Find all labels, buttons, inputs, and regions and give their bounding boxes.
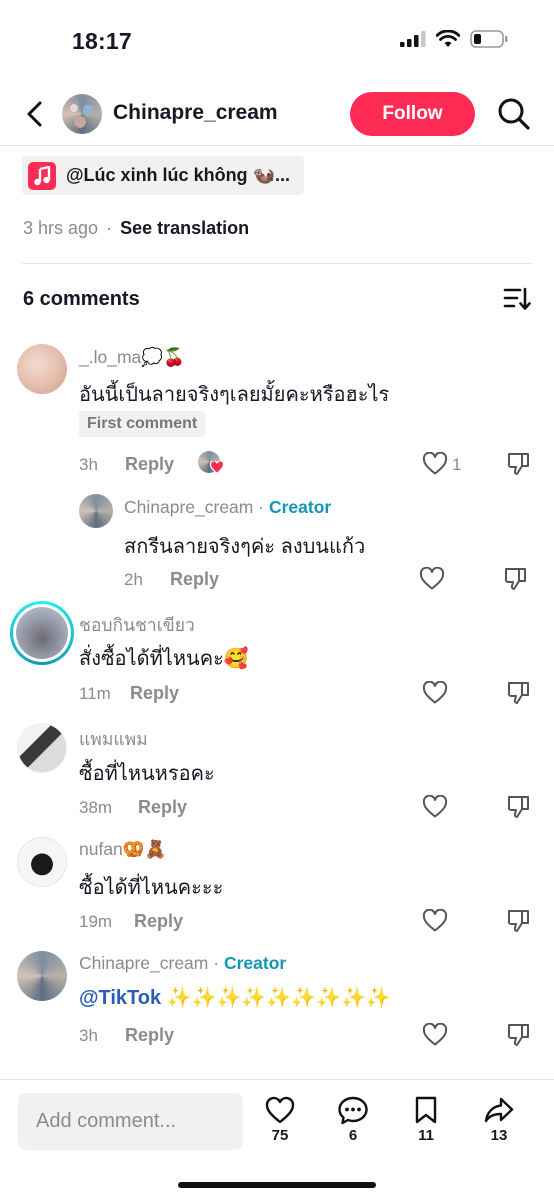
avatar[interactable]	[17, 951, 67, 1001]
save-action[interactable]: 11	[396, 1095, 456, 1144]
comment-time: 2h	[124, 570, 143, 589]
like-action[interactable]: 75	[250, 1095, 310, 1144]
signal-icon	[400, 31, 426, 47]
comment-username-row: Chinapre_cream · Creator	[79, 953, 286, 974]
reply-button[interactable]: Reply	[134, 911, 183, 932]
dislike-icon[interactable]	[506, 908, 532, 934]
profile-username[interactable]: Chinapre_cream	[113, 101, 278, 125]
reply-button[interactable]: Reply	[130, 683, 179, 704]
comment-username[interactable]: _.lo_ma💭🍒	[79, 347, 185, 368]
bookmark-icon	[415, 1096, 437, 1124]
like-heart-icon[interactable]	[422, 452, 448, 476]
comment-bubble-icon	[338, 1096, 368, 1125]
comment-text: ✨✨✨✨✨✨✨✨✨	[161, 987, 391, 1009]
comment-action[interactable]: 6	[323, 1095, 383, 1144]
music-label: @Lúc xinh lúc không 🦦...	[66, 165, 290, 185]
dislike-icon[interactable]	[506, 1022, 532, 1048]
post-meta: 3 hrs ago · See translation	[23, 218, 249, 239]
comment-username-row: Chinapre_cream · Creator	[124, 497, 331, 518]
profile-avatar[interactable]	[62, 94, 102, 134]
status-time: 18:17	[72, 28, 132, 54]
comment-time: 11m	[79, 684, 111, 703]
avatar-story-ring[interactable]	[10, 601, 74, 665]
comment-text: ซื้อได้ที่ไหนคะะะ	[79, 877, 224, 899]
meta-separator: ·	[106, 218, 113, 238]
comment-username[interactable]: Chinapre_cream	[124, 497, 253, 517]
comment-time: 3h	[79, 1026, 98, 1045]
wifi-icon	[436, 30, 460, 47]
like-heart-icon[interactable]	[422, 795, 448, 819]
heart-icon	[265, 1096, 295, 1124]
back-arrow-icon[interactable]	[22, 98, 50, 130]
search-icon[interactable]	[496, 96, 532, 132]
section-divider	[22, 263, 532, 264]
avatar[interactable]	[17, 344, 67, 394]
comment-text: อันนี้เป็นลายจริงๆเลยมั้ยคะหรือฮะไร	[79, 384, 390, 406]
username-separator: ·	[213, 953, 220, 973]
avatar[interactable]	[17, 837, 67, 887]
comment-time: 3h	[79, 455, 98, 474]
home-indicator	[178, 1182, 376, 1188]
like-heart-icon[interactable]	[419, 567, 445, 591]
share-arrow-icon	[484, 1097, 514, 1123]
share-count: 13	[490, 1127, 508, 1144]
comment-username[interactable]: แพมแพม	[79, 725, 148, 753]
share-action[interactable]: 13	[469, 1095, 529, 1144]
comment-time: 38m	[79, 798, 113, 817]
dislike-icon[interactable]	[503, 566, 529, 592]
comment-username[interactable]: nufan🥨🧸	[79, 839, 166, 860]
like-heart-icon[interactable]	[422, 1023, 448, 1047]
reply-button[interactable]: Reply	[170, 569, 219, 590]
add-comment-input[interactable]: Add comment...	[18, 1093, 243, 1150]
reply-button[interactable]: Reply	[125, 1025, 174, 1046]
avatar[interactable]	[79, 494, 113, 528]
sort-icon[interactable]	[503, 286, 531, 312]
dislike-icon[interactable]	[506, 794, 532, 820]
bottom-divider	[0, 1079, 554, 1080]
avatar	[16, 607, 68, 659]
follow-button[interactable]: Follow	[350, 92, 475, 136]
music-note-icon	[28, 161, 56, 190]
see-translation-link[interactable]: See translation	[120, 218, 249, 239]
post-time: 3 hrs ago	[23, 218, 99, 238]
creator-liked-icon	[198, 451, 224, 477]
like-heart-icon[interactable]	[422, 909, 448, 933]
reply-button[interactable]: Reply	[138, 797, 187, 818]
creator-badge: Creator	[223, 953, 287, 973]
comments-count: 6 comments	[23, 288, 140, 310]
creator-badge: Creator	[268, 497, 332, 517]
comment-username[interactable]: Chinapre_cream	[79, 953, 208, 973]
comment-count: 6	[348, 1127, 358, 1144]
reply-button[interactable]: Reply	[125, 454, 174, 475]
like-count: 75	[271, 1127, 289, 1144]
dislike-icon[interactable]	[506, 680, 532, 706]
avatar[interactable]	[17, 723, 67, 773]
comment-text: สกรีนลายจริงๆค่ะ ลงบนแก้ว	[124, 536, 366, 558]
first-comment-badge: First comment	[79, 411, 206, 437]
comment-text: สั่งซื้อได้ที่ไหนคะ🥰	[79, 648, 249, 670]
mention-link[interactable]: @TikTok	[79, 987, 161, 1009]
save-count: 11	[418, 1127, 434, 1144]
like-heart-icon[interactable]	[422, 681, 448, 705]
like-count: 1	[452, 455, 462, 474]
comment-time: 19m	[79, 912, 113, 931]
dislike-icon[interactable]	[506, 451, 532, 477]
battery-icon	[470, 30, 508, 48]
comment-text-row: @TikTok ✨✨✨✨✨✨✨✨✨	[79, 985, 391, 1010]
comment-username[interactable]: ชอบกินชาเขียว	[79, 611, 195, 639]
music-tag[interactable]: @Lúc xinh lúc không 🦦...	[22, 156, 304, 195]
status-icons	[400, 30, 508, 48]
comment-text: ซื้อที่ไหนหรอคะ	[79, 763, 215, 785]
header-divider	[0, 145, 554, 146]
username-separator: ·	[258, 497, 265, 517]
